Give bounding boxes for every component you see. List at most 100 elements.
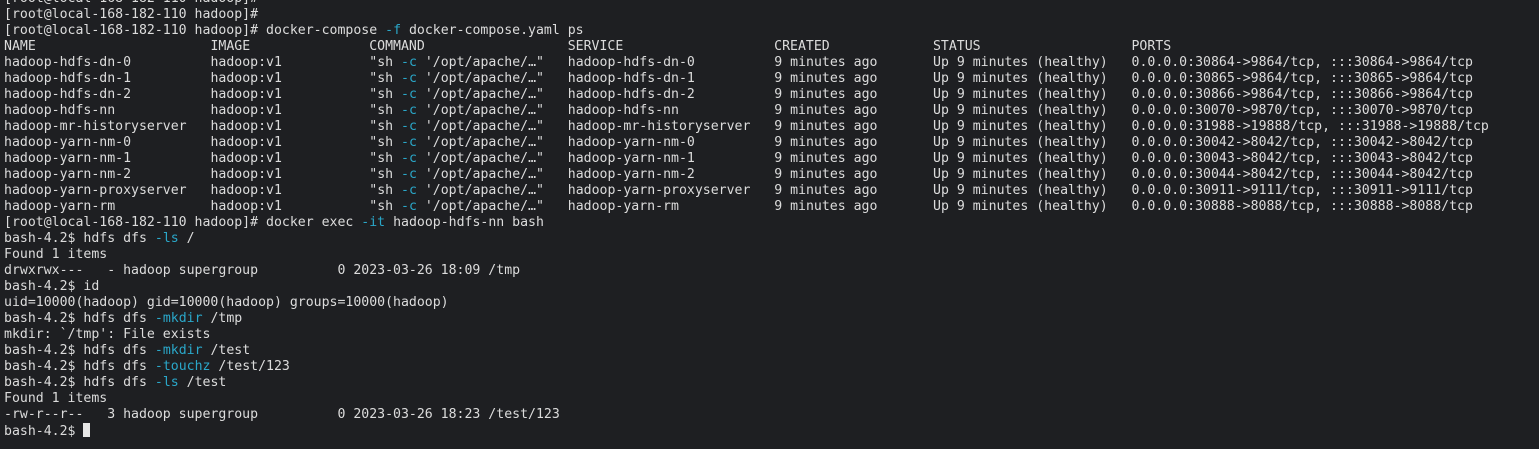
- shell-prompt: bash-4.2$: [4, 311, 76, 326]
- table-cell: hadoop-hdfs-dn-2: [4, 87, 132, 102]
- column-header: COMMAND: [369, 39, 425, 54]
- shell-prompt: [root@local-168-182-110 hadoop]#: [4, 0, 258, 6]
- table-cell: hadoop-mr-historyserver: [567, 119, 751, 134]
- table-cell: 9 minutes ago: [774, 103, 878, 118]
- table-cell: 0.0.0.0:30911->9111/tcp, :::30911->9111/…: [1131, 183, 1473, 198]
- command-text: docker-compose.yaml ps: [401, 23, 584, 38]
- command-option: -ls: [154, 231, 179, 246]
- table-row: hadoop-mr-historyserver hadoop:v1 "sh -c…: [4, 119, 1489, 135]
- command-text: docker exec: [258, 215, 362, 230]
- table-cell: hadoop-hdfs-dn-1: [4, 71, 132, 86]
- table-row: hadoop-yarn-nm-2 hadoop:v1 "sh -c '/opt/…: [4, 167, 1489, 183]
- command-text: hdfs dfs: [75, 231, 155, 246]
- table-cell: hadoop:v1: [210, 103, 282, 118]
- table-cell: hadoop:v1: [210, 167, 282, 182]
- output-text: Found 1 items: [4, 247, 108, 262]
- table-cell: hadoop-yarn-proxyserver: [4, 183, 187, 198]
- table-cell: 9 minutes ago: [774, 135, 878, 150]
- table-row: hadoop-yarn-proxyserver hadoop:v1 "sh -c…: [4, 183, 1489, 199]
- output-text: Found 1 items: [4, 391, 108, 406]
- command-text: hdfs dfs: [75, 375, 155, 390]
- column-header: CREATED: [774, 39, 830, 54]
- table-cell: 0.0.0.0:30864->9864/tcp, :::30864->9864/…: [1131, 55, 1473, 70]
- output-text: mkdir: `/tmp': File exists: [4, 327, 211, 342]
- shell-prompt: [root@local-168-182-110 hadoop]#: [4, 23, 259, 38]
- table-cell: Up 9 minutes (healthy): [933, 87, 1108, 102]
- table-cell: "sh -c '/opt/apache/…": [369, 183, 544, 198]
- command-text: /test: [202, 343, 251, 358]
- terminal-line: bash-4.2$: [4, 423, 1489, 439]
- table-cell: hadoop:v1: [210, 199, 282, 214]
- column-header: PORTS: [1131, 39, 1172, 54]
- command-text: hdfs dfs: [75, 359, 155, 374]
- table-row: hadoop-hdfs-dn-0 hadoop:v1 "sh -c '/opt/…: [4, 55, 1489, 71]
- table-cell: 9 minutes ago: [774, 183, 878, 198]
- table-cell: "sh -c '/opt/apache/…": [369, 135, 544, 150]
- table-cell: hadoop:v1: [210, 55, 282, 70]
- table-cell: "sh -c '/opt/apache/…": [369, 87, 544, 102]
- command-text: hdfs dfs: [75, 343, 155, 358]
- terminal-line: bash-4.2$ hdfs dfs -ls /test: [4, 375, 1489, 391]
- output-text: -rw-r--r-- 3 hadoop supergroup 0 2023-03…: [4, 407, 560, 422]
- table-cell: Up 9 minutes (healthy): [933, 71, 1108, 86]
- output-text: uid=10000(hadoop) gid=10000(hadoop) grou…: [4, 295, 449, 310]
- command-option: -mkdir: [154, 311, 203, 326]
- table-cell: hadoop-hdfs-dn-2: [567, 87, 695, 102]
- terminal-line: -rw-r--r-- 3 hadoop supergroup 0 2023-03…: [4, 407, 1489, 423]
- table-cell: 9 minutes ago: [774, 87, 878, 102]
- table-cell: 0.0.0.0:30865->9864/tcp, :::30865->9864/…: [1131, 71, 1473, 86]
- table-cell: 0.0.0.0:30043->8042/tcp, :::30043->8042/…: [1131, 151, 1473, 166]
- table-cell: Up 9 minutes (healthy): [933, 167, 1108, 182]
- output-text: drwxrwx--- - hadoop supergroup 0 2023-03…: [4, 263, 521, 278]
- table-cell: 9 minutes ago: [774, 71, 878, 86]
- table-cell: Up 9 minutes (healthy): [933, 103, 1108, 118]
- terminal-window[interactable]: [root@local-168-182-110 hadoop]# [root@lo…: [0, 0, 1539, 449]
- table-cell: hadoop-yarn-nm-0: [4, 135, 132, 150]
- terminal-line: bash-4.2$ id: [4, 279, 1489, 295]
- command-text: /test: [178, 375, 227, 390]
- table-cell: hadoop:v1: [210, 183, 282, 198]
- column-header: NAME: [4, 39, 36, 54]
- table-cell: Up 9 minutes (healthy): [933, 55, 1108, 70]
- table-cell: hadoop-hdfs-dn-1: [567, 71, 695, 86]
- table-cell: 9 minutes ago: [774, 55, 878, 70]
- table-cell: hadoop-yarn-nm-2: [567, 167, 695, 182]
- table-cell: Up 9 minutes (healthy): [933, 199, 1108, 214]
- column-header: STATUS: [932, 39, 981, 54]
- column-header: SERVICE: [567, 39, 624, 54]
- table-cell: hadoop-hdfs-dn-0: [567, 55, 695, 70]
- table-cell: 0.0.0.0:30888->8088/tcp, :::30888->8088/…: [1131, 199, 1473, 214]
- table-row: hadoop-hdfs-nn hadoop:v1 "sh -c '/opt/ap…: [4, 103, 1489, 119]
- terminal-line: bash-4.2$ hdfs dfs -mkdir /test: [4, 343, 1489, 359]
- table-cell: hadoop-yarn-rm: [567, 199, 679, 214]
- table-cell: "sh -c '/opt/apache/…": [369, 55, 544, 70]
- table-cell: hadoop:v1: [210, 71, 282, 86]
- shell-prompt: bash-4.2$: [4, 231, 76, 246]
- table-cell: hadoop-yarn-rm: [4, 199, 116, 214]
- table-cell: hadoop-yarn-proxyserver: [567, 183, 751, 198]
- shell-prompt: bash-4.2$: [4, 375, 76, 390]
- text-cursor[interactable]: [83, 423, 91, 437]
- table-cell: hadoop-hdfs-nn: [567, 103, 679, 118]
- shell-prompt: bash-4.2$: [4, 279, 76, 294]
- table-cell: hadoop-yarn-nm-1: [567, 151, 695, 166]
- table-cell: "sh -c '/opt/apache/…": [369, 167, 544, 182]
- table-row: hadoop-hdfs-dn-2 hadoop:v1 "sh -c '/opt/…: [4, 87, 1489, 103]
- terminal-output: [root@local-168-182-110 hadoop]# [root@lo…: [4, 0, 1489, 439]
- table-row: hadoop-yarn-nm-0 hadoop:v1 "sh -c '/opt/…: [4, 135, 1489, 151]
- shell-prompt: bash-4.2$: [4, 424, 84, 439]
- table-cell: hadoop:v1: [210, 119, 282, 134]
- column-header: IMAGE: [210, 39, 251, 54]
- command-text: docker-compose: [258, 23, 386, 38]
- table-row: hadoop-yarn-rm hadoop:v1 "sh -c '/opt/ap…: [4, 199, 1489, 215]
- table-cell: hadoop-hdfs-nn: [4, 103, 116, 118]
- table-row: hadoop-hdfs-dn-1 hadoop:v1 "sh -c '/opt/…: [4, 71, 1489, 87]
- table-cell: hadoop:v1: [210, 135, 282, 150]
- terminal-line: bash-4.2$ hdfs dfs -ls /: [4, 231, 1489, 247]
- command-option: -mkdir: [154, 343, 203, 358]
- table-cell: Up 9 minutes (healthy): [933, 135, 1108, 150]
- terminal-line: drwxrwx--- - hadoop supergroup 0 2023-03…: [4, 263, 1489, 279]
- shell-prompt: bash-4.2$: [4, 359, 76, 374]
- terminal-line: bash-4.2$ hdfs dfs -touchz /test/123: [4, 359, 1489, 375]
- table-cell: "sh -c '/opt/apache/…": [369, 71, 544, 86]
